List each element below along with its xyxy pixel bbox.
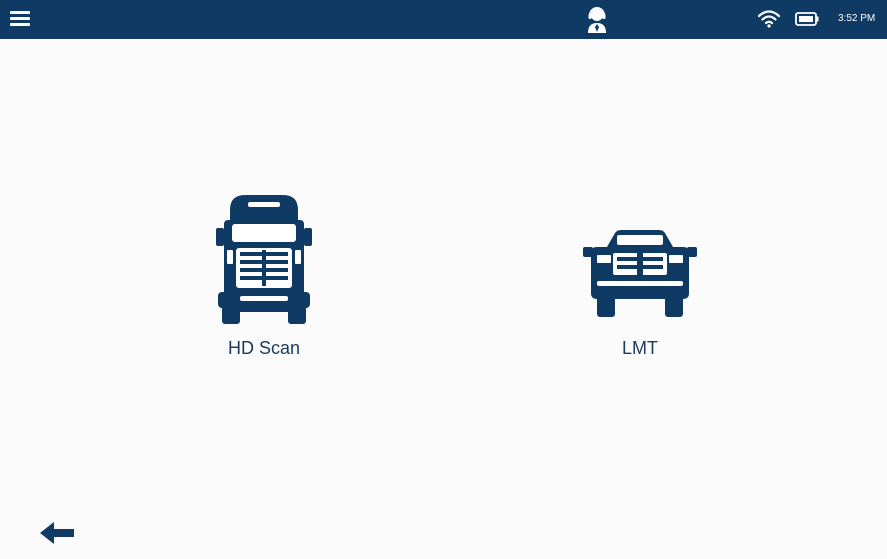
top-bar: 3:52 PM — [0, 0, 887, 39]
pickup-truck-icon — [583, 230, 697, 317]
battery-icon — [795, 12, 819, 26]
hd-scan-label: HD Scan — [227, 338, 301, 358]
headset-agent-icon[interactable] — [586, 7, 608, 33]
lmt-button[interactable]: LMT — [575, 225, 705, 370]
back-arrow-icon[interactable] — [38, 520, 76, 546]
hd-scan-button[interactable]: HD Scan — [200, 190, 328, 370]
clock-time: 3:52 PM — [838, 13, 876, 24]
semi-truck-icon — [216, 195, 312, 324]
wifi-icon — [758, 10, 780, 28]
lmt-label: LMT — [622, 338, 658, 358]
hamburger-menu-icon[interactable] — [8, 8, 32, 30]
